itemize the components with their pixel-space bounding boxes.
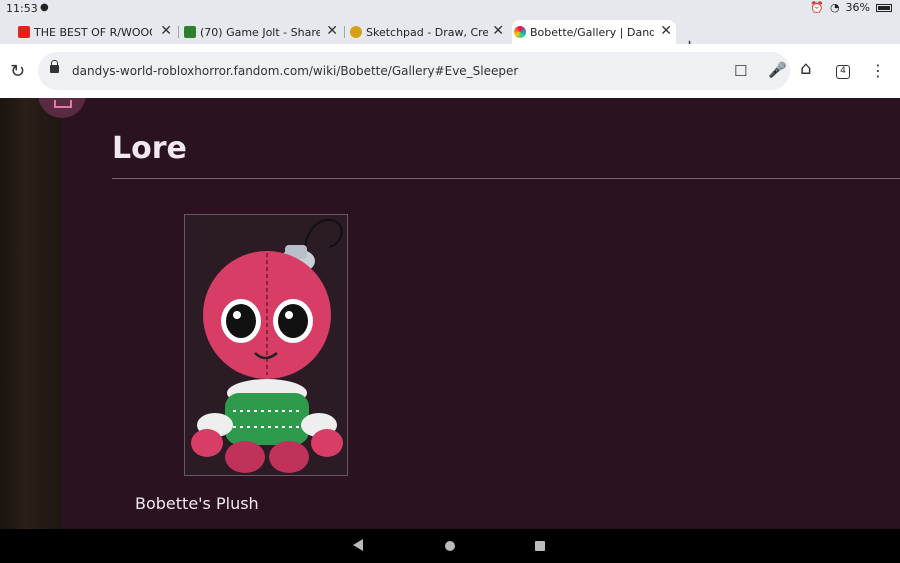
home-icon[interactable]: ⌂ — [800, 58, 811, 79]
section-divider — [112, 178, 900, 179]
alarm-icon: ⏰ — [810, 1, 824, 14]
close-icon[interactable]: ✕ — [160, 23, 172, 39]
url-text[interactable]: dandys-world-robloxhorror.fandom.com/wik… — [72, 64, 518, 78]
tab-gamejolt[interactable]: (70) Game Jolt - Share your ✕ — [182, 20, 342, 44]
browser-toolbar: ↻ dandys-world-robloxhorror.fandom.com/w… — [0, 44, 900, 98]
tab-bobette-gallery[interactable]: Bobette/Gallery | Dandy's W ✕ — [512, 20, 676, 44]
image-caption: Bobette's Plush — [135, 494, 259, 513]
menu-icon[interactable]: ⋮ — [870, 61, 886, 80]
youtube-icon — [18, 26, 30, 38]
reload-icon[interactable]: ↻ — [10, 61, 25, 82]
status-bar: 11:53 ● ⏰ ◔ 36% — [0, 0, 900, 18]
wifi-icon: ◔ — [829, 1, 840, 14]
tab-title: Bobette/Gallery | Dandy's W — [530, 25, 654, 39]
tab-strip: THE BEST OF R/WOOOOSH ✕ (70) Game Jolt -… — [0, 18, 900, 57]
tab-title: Sketchpad - Draw, Create, Sh — [366, 25, 488, 39]
mic-icon[interactable]: 🎤 — [768, 61, 787, 79]
chat-icon: ● — [40, 2, 49, 13]
tab-count-button[interactable]: 4 — [836, 65, 850, 79]
plush-image — [185, 215, 347, 475]
status-icons: ⏰ ◔ 36% — [810, 1, 892, 14]
page-content: Lore Bobette's Plush — [0, 98, 900, 529]
tab-title: THE BEST OF R/WOOOOSH — [34, 25, 152, 39]
tab-sketchpad[interactable]: Sketchpad - Draw, Create, Sh ✕ — [348, 20, 508, 44]
close-icon[interactable]: ✕ — [660, 23, 672, 39]
gallery-image[interactable] — [184, 214, 348, 476]
battery-percent: 36% — [845, 1, 870, 14]
bookmark-icon[interactable]: ☐ — [734, 62, 747, 80]
battery-icon — [876, 3, 892, 12]
sketchpad-icon — [350, 26, 362, 38]
close-icon[interactable]: ✕ — [326, 23, 338, 39]
recents-icon[interactable] — [535, 541, 545, 551]
address-bar[interactable]: dandys-world-robloxhorror.fandom.com/wik… — [38, 52, 790, 90]
system-nav-bar — [0, 529, 900, 563]
home-circle-icon[interactable] — [445, 541, 455, 551]
close-icon[interactable]: ✕ — [492, 23, 504, 39]
status-time: 11:53 — [6, 2, 38, 15]
section-heading: Lore — [112, 131, 187, 166]
fandom-icon — [514, 26, 526, 38]
tab-wooosh[interactable]: THE BEST OF R/WOOOOSH ✕ — [16, 20, 176, 44]
side-rail — [0, 98, 62, 529]
gamejolt-icon — [184, 26, 196, 38]
back-icon[interactable] — [353, 539, 363, 551]
tab-title: (70) Game Jolt - Share your — [200, 25, 320, 39]
lock-icon — [50, 60, 59, 73]
